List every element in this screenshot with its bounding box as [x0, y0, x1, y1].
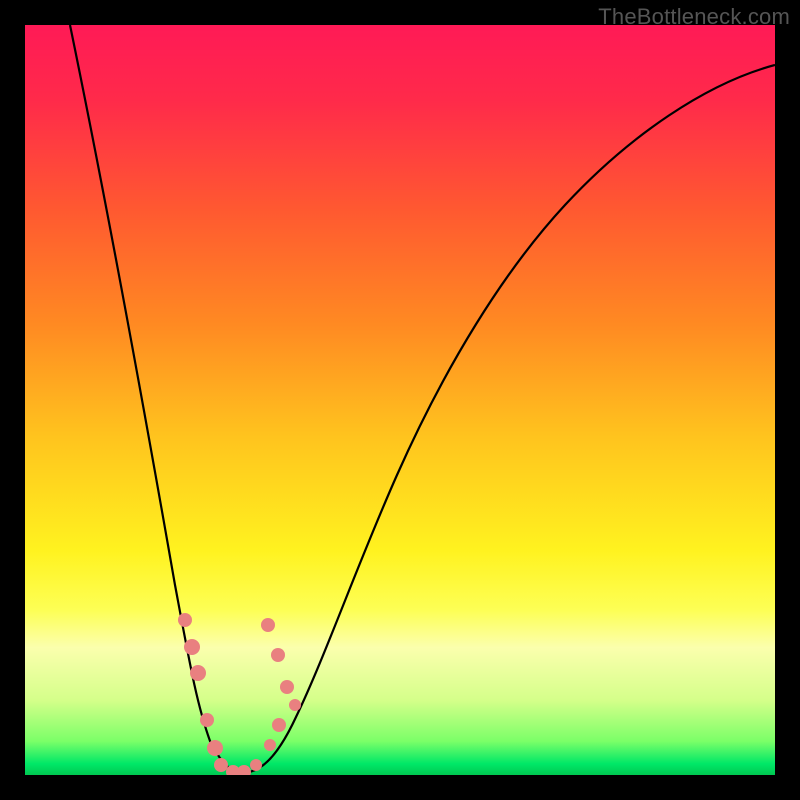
chart-frame: TheBottleneck.com [0, 0, 800, 800]
plot-area [25, 25, 775, 775]
background-gradient [25, 25, 775, 775]
watermark-text: TheBottleneck.com [598, 4, 790, 30]
